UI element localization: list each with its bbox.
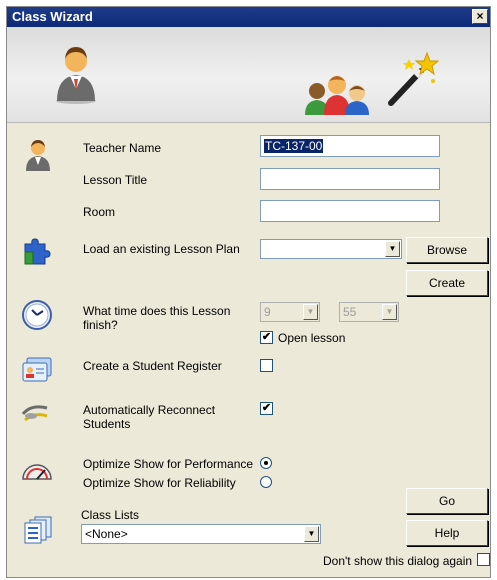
open-lesson-label: Open lesson bbox=[278, 331, 346, 345]
optimize-performance-label: Optimize Show for Performance bbox=[83, 457, 254, 471]
browse-button[interactable]: Browse bbox=[406, 237, 488, 263]
header-banner bbox=[7, 27, 490, 123]
clock-icon bbox=[22, 300, 52, 330]
teacher-name-label: Teacher Name bbox=[83, 141, 162, 155]
lesson-title-label: Lesson Title bbox=[83, 173, 148, 187]
reconnect-label: Automatically Reconnect Students bbox=[83, 403, 215, 431]
optimize-performance-radio[interactable] bbox=[260, 457, 272, 469]
chevron-down-icon[interactable]: ▼ bbox=[385, 241, 400, 257]
finish-time-label-line1: What time does this Lesson bbox=[83, 304, 231, 318]
reconnect-icon bbox=[21, 405, 48, 422]
title-bar[interactable]: Class Wizard × bbox=[7, 7, 490, 27]
room-field[interactable] bbox=[260, 200, 440, 222]
reconnect-checkbox[interactable]: ✔ bbox=[260, 402, 273, 415]
teacher-name-value: TC-137-00 bbox=[264, 139, 324, 153]
puzzle-icon bbox=[24, 238, 51, 265]
lesson-plan-dropdown[interactable]: ▼ bbox=[260, 239, 402, 259]
finish-minute-value: 55 bbox=[343, 305, 357, 319]
register-label: Create a Student Register bbox=[83, 359, 222, 373]
teacher-small-icon bbox=[26, 140, 50, 171]
register-card-icon bbox=[22, 357, 52, 382]
chevron-down-icon[interactable]: ▼ bbox=[304, 526, 319, 542]
class-lists-dropdown[interactable]: <None> ▼ bbox=[81, 524, 321, 544]
class-wizard-window: Class Wizard × Teacher Name TC-137-00 Le… bbox=[6, 6, 491, 578]
chevron-down-icon[interactable]: ▼ bbox=[303, 304, 318, 320]
create-button[interactable]: Create bbox=[406, 270, 488, 296]
finish-hour-value: 9 bbox=[264, 305, 271, 319]
help-button[interactable]: Help bbox=[406, 520, 488, 546]
optimize-reliability-label: Optimize Show for Reliability bbox=[83, 476, 236, 490]
reconnect-label-line1: Automatically Reconnect bbox=[83, 403, 216, 417]
window-title: Class Wizard bbox=[12, 9, 93, 24]
optimize-reliability-radio[interactable] bbox=[260, 476, 272, 488]
dont-show-checkbox[interactable] bbox=[477, 553, 490, 566]
lesson-plan-label: Load an existing Lesson Plan bbox=[83, 242, 240, 256]
dont-show-label: Don't show this dialog again bbox=[323, 554, 473, 568]
class-lists-label: Class Lists bbox=[81, 508, 140, 522]
close-button[interactable]: × bbox=[472, 9, 488, 24]
finish-hour-dropdown[interactable]: 9 ▼ bbox=[260, 302, 320, 322]
class-lists-icon bbox=[24, 516, 52, 544]
room-label: Room bbox=[83, 205, 116, 219]
register-checkbox[interactable] bbox=[260, 359, 273, 372]
lesson-title-field[interactable] bbox=[260, 168, 440, 190]
teacher-name-field[interactable]: TC-137-00 bbox=[260, 135, 440, 157]
finish-minute-dropdown[interactable]: 55 ▼ bbox=[339, 302, 399, 322]
go-button[interactable]: Go bbox=[406, 488, 488, 514]
magic-wand-icon bbox=[388, 51, 439, 106]
students-group-icon bbox=[305, 76, 369, 115]
finish-time-label-line2: finish? bbox=[83, 318, 118, 332]
gauge-icon bbox=[22, 464, 52, 480]
chevron-down-icon[interactable]: ▼ bbox=[382, 304, 397, 320]
reconnect-label-line2: Students bbox=[83, 417, 131, 431]
teacher-icon bbox=[56, 47, 96, 104]
finish-time-label: What time does this Lesson finish? bbox=[83, 304, 230, 332]
class-lists-value: <None> bbox=[85, 527, 128, 541]
open-lesson-checkbox[interactable]: ✔ bbox=[260, 331, 273, 344]
